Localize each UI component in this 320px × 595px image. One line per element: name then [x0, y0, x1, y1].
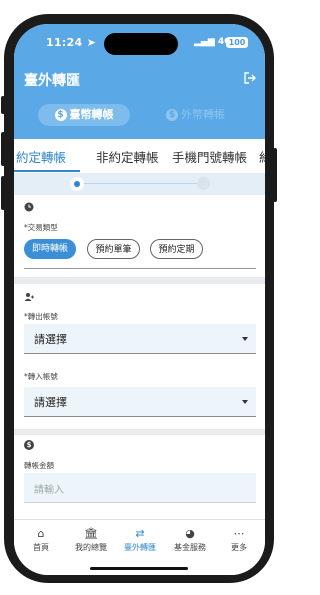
step-indicator — [14, 173, 265, 195]
logout-icon[interactable] — [243, 71, 257, 85]
from-account-value: 請選擇 — [34, 333, 67, 346]
volume-down-button — [1, 176, 5, 210]
option-scheduled-single[interactable]: 預約單筆 — [87, 239, 140, 259]
from-account-label: *轉出帳號 — [24, 312, 58, 321]
more-icon: ⋯ — [233, 527, 245, 540]
tab-mobile-number-transfer[interactable]: 手機門號轉帳 — [172, 147, 247, 166]
dropdown-arrow-icon — [242, 400, 248, 404]
step-2 — [197, 177, 210, 190]
tab-designated-transfer[interactable]: 約定轉帳 — [16, 147, 66, 166]
dollar-icon: $ — [54, 109, 67, 121]
page-title: 臺外轉匯 — [24, 73, 80, 89]
amount-label: 轉帳金額 — [24, 461, 54, 470]
tab-non-designated-transfer[interactable]: 非約定轉帳 — [96, 147, 159, 166]
nav-funds[interactable]: ◕ 基金服務 — [165, 528, 215, 553]
segment-foreign-label: 外幣轉帳 — [181, 108, 225, 121]
app-header: 臺外轉匯 $ 臺幣轉帳 $ 外幣轉帳 — [14, 62, 265, 139]
home-icon: ⌂ — [37, 527, 45, 540]
nav-transfer[interactable]: ⇄ 臺外轉匯 — [115, 528, 165, 553]
tab-overflow[interactable]: 約 — [259, 147, 265, 166]
nav-transfer-label: 臺外轉匯 — [124, 543, 156, 552]
status-time: 11:24 ➤ — [46, 36, 97, 49]
battery-icon: 100 — [226, 37, 248, 48]
pie-chart-icon: ◕ — [185, 527, 195, 540]
nav-more[interactable]: ⋯ 更多 — [214, 528, 264, 553]
volume-up-button — [1, 132, 5, 166]
dynamic-island — [104, 33, 178, 55]
from-account-section: *轉出帳號 請選擇 *轉入帳號 — [14, 284, 265, 387]
nav-overview[interactable]: 🏛 我的總覽 — [66, 528, 116, 553]
transaction-type-label: *交易類型 — [24, 223, 58, 232]
dollar-icon: $ — [24, 440, 34, 450]
nav-more-label: 更多 — [231, 543, 247, 552]
person-icon — [24, 293, 34, 301]
segment-twd-transfer[interactable]: $ 臺幣轉帳 — [38, 104, 130, 126]
step-connector — [80, 183, 206, 184]
step-1-current — [70, 177, 84, 191]
to-account-select[interactable]: 請選擇 — [24, 387, 256, 417]
transfer-tabs: 約定轉帳 非約定轉帳 手機門號轉帳 約 — [14, 139, 265, 173]
from-account-select[interactable]: 請選擇 — [24, 324, 256, 354]
transfer-icon: ⇄ — [135, 527, 145, 540]
nav-overview-label: 我的總覽 — [75, 543, 107, 552]
power-button — [273, 148, 277, 202]
status-bar: 11:24 ➤ ▂▄▆ 4G 100 — [14, 24, 265, 62]
option-scheduled-recurring[interactable]: 預約定期 — [150, 239, 203, 259]
bank-icon: 🏛 — [84, 527, 98, 540]
dropdown-arrow-icon — [242, 337, 248, 341]
app-screen: 11:24 ➤ ▂▄▆ 4G 100 臺外轉匯 $ 臺幣轉帳 $ 外幣轉帳 約定轉帳… — [14, 24, 265, 575]
active-tab-indicator — [14, 170, 80, 172]
transaction-type-section: *交易類型 即時轉帳 預約單筆 預約定期 — [14, 195, 265, 277]
nav-funds-label: 基金服務 — [174, 543, 206, 552]
amount-section: $ 轉帳金額 請輸入 — [14, 435, 265, 519]
section-divider — [24, 268, 256, 269]
to-account-label: *轉入帳號 — [24, 372, 58, 381]
home-indicator[interactable] — [90, 567, 188, 570]
option-instant-transfer[interactable]: 即時轉帳 — [24, 239, 76, 259]
nav-home-label: 首頁 — [33, 543, 49, 552]
amount-input[interactable]: 請輸入 — [24, 473, 256, 503]
nav-home[interactable]: ⌂ 首頁 — [16, 528, 66, 553]
segment-twd-label: 臺幣轉帳 — [69, 108, 114, 121]
segment-foreign-transfer[interactable]: $ 外幣轉帳 — [166, 104, 225, 126]
clock-icon — [24, 202, 34, 212]
to-account-value: 請選擇 — [34, 396, 67, 409]
amount-placeholder: 請輸入 — [34, 485, 64, 496]
dollar-icon: $ — [166, 109, 178, 121]
to-account-section: 請選擇 — [14, 387, 265, 429]
silent-switch — [1, 96, 5, 114]
